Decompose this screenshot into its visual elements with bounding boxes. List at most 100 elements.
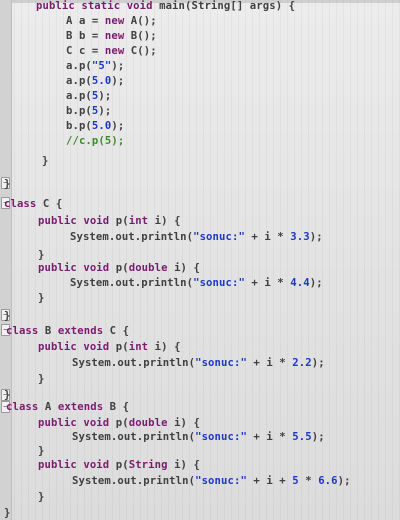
code-line[interactable]: class A extends B { — [6, 400, 129, 414]
code-token-plain: ); — [311, 431, 325, 443]
code-line[interactable]: b.p(5); — [66, 104, 111, 118]
code-line[interactable]: public void p(int i) { — [38, 340, 181, 354]
code-token-plain: C { — [109, 325, 130, 337]
code-token-str: "sonuc:" — [193, 277, 245, 289]
code-line[interactable]: public void p(double i) { — [38, 261, 200, 275]
code-token-plain: p( — [115, 341, 129, 353]
code-token-plain: + i * — [244, 277, 291, 289]
code-token-plain: ); — [309, 277, 323, 289]
code-token-plain: + i * — [244, 231, 291, 243]
code-token-kw: new — [104, 15, 131, 27]
code-token-plain: ); — [309, 231, 323, 243]
code-token-plain: A a = — [66, 15, 105, 27]
code-line[interactable]: //c.p(5); — [66, 134, 124, 148]
code-line[interactable]: a.p(5.0); — [66, 74, 124, 88]
code-token-plain: } — [42, 155, 49, 167]
code-token-plain: System.out.println( — [70, 277, 194, 289]
code-token-kw: int — [128, 215, 155, 227]
code-line[interactable]: a.p(5); — [66, 89, 111, 103]
code-token-kw: public void — [38, 417, 116, 429]
code-token-kw: public void — [38, 341, 116, 353]
code-token-num: 2.2 — [292, 357, 312, 369]
code-token-plain: } — [38, 445, 45, 457]
code-token-plain: b.p( — [66, 105, 92, 117]
code-token-kw: public void — [38, 459, 116, 471]
code-line[interactable]: a.p("5"); — [66, 59, 124, 73]
code-token-plain: B(); — [130, 30, 157, 42]
code-token-plain: ); — [111, 75, 125, 87]
code-line[interactable]: } — [42, 154, 48, 168]
code-line[interactable]: public void p(int i) { — [38, 214, 181, 228]
code-line[interactable]: A a = new A(); — [66, 14, 157, 28]
code-line[interactable]: } — [4, 309, 10, 323]
code-token-plain: p( — [115, 262, 129, 274]
code-token-plain: B { — [109, 401, 130, 413]
code-token-kw: new — [104, 45, 131, 57]
code-token-plain: } — [38, 373, 45, 385]
code-line[interactable]: public static void main(String[] args) { — [36, 0, 295, 13]
code-line[interactable]: b.p(5.0); — [66, 119, 124, 133]
code-token-plain: } — [38, 491, 45, 503]
code-token-str: "sonuc:" — [195, 475, 247, 487]
code-token-num: 5.5 — [292, 431, 312, 443]
code-token-str: "sonuc:" — [195, 357, 247, 369]
code-token-kw: class — [6, 325, 45, 337]
code-line[interactable]: System.out.println("sonuc:" + i * 2.2); — [72, 356, 325, 370]
code-token-plain: C c = — [66, 45, 105, 57]
code-token-str: "5" — [91, 60, 112, 72]
code-token-plain: i) { — [154, 215, 181, 227]
code-token-num: 5.0 — [91, 120, 112, 132]
code-token-plain: * — [298, 475, 319, 487]
code-token-plain: System.out.println( — [72, 357, 196, 369]
code-token-plain: } — [38, 292, 45, 304]
code-line[interactable]: System.out.println("sonuc:" + i * 3.3); — [70, 230, 323, 244]
code-token-kw: public void — [38, 262, 116, 274]
code-token-num: 6.6 — [318, 475, 338, 487]
code-line[interactable]: public void p(String i) { — [38, 458, 200, 472]
code-line[interactable]: class C { — [4, 197, 62, 211]
code-line[interactable]: class B extends C { — [6, 324, 129, 338]
code-token-plain: } — [4, 507, 11, 519]
code-token-num: 3.3 — [290, 231, 310, 243]
code-line[interactable]: } — [38, 444, 44, 458]
code-token-plain: B — [44, 325, 58, 337]
code-token-kw: class — [4, 198, 43, 210]
code-token-plain: ); — [111, 120, 125, 132]
code-token-kw: extends — [57, 325, 110, 337]
code-line[interactable]: } — [4, 177, 10, 191]
code-token-plain: i) { — [174, 262, 200, 274]
code-token-plain: A — [44, 401, 58, 413]
code-token-kw: new — [104, 30, 131, 42]
code-line[interactable]: C c = new C(); — [66, 44, 157, 58]
code-token-plain: + i * — [246, 431, 293, 443]
code-line[interactable]: System.out.println("sonuc:" + i * 5.5); — [72, 430, 325, 444]
code-token-plain: i) { — [174, 417, 200, 429]
code-token-plain: ); — [98, 90, 112, 102]
code-line[interactable]: System.out.println("sonuc:" + i * 4.4); — [70, 276, 323, 290]
code-line[interactable]: } — [38, 372, 44, 386]
code-token-plain: System.out.println( — [72, 431, 196, 443]
code-token-plain: } — [4, 178, 11, 190]
code-token-kw: public static void — [36, 0, 160, 12]
code-token-plain: C { — [42, 198, 63, 210]
code-token-num: 4.4 — [290, 277, 310, 289]
code-token-plain: p( — [115, 215, 129, 227]
code-line[interactable]: } — [38, 490, 44, 504]
code-line[interactable]: System.out.println("sonuc:" + i + 5 * 6.… — [72, 474, 351, 488]
code-line[interactable]: } — [4, 506, 10, 520]
code-token-plain: System.out.println( — [72, 475, 196, 487]
code-token-plain: } — [4, 310, 11, 322]
code-token-plain: A(); — [130, 15, 157, 27]
code-line[interactable]: } — [38, 291, 44, 305]
code-token-plain: b.p( — [66, 120, 92, 132]
code-token-plain: a.p( — [66, 60, 92, 72]
code-token-plain: i) { — [154, 341, 181, 353]
code-token-kw: extends — [57, 401, 110, 413]
code-text-area[interactable]: public static void main(String[] args) {… — [0, 0, 400, 520]
code-line[interactable]: public void p(double i) { — [38, 416, 200, 430]
code-token-kw: public void — [38, 215, 116, 227]
code-token-plain: } — [38, 249, 45, 261]
code-line[interactable]: B b = new B(); — [66, 29, 157, 43]
code-token-kw: double — [128, 262, 175, 274]
code-line[interactable]: } — [38, 248, 44, 262]
